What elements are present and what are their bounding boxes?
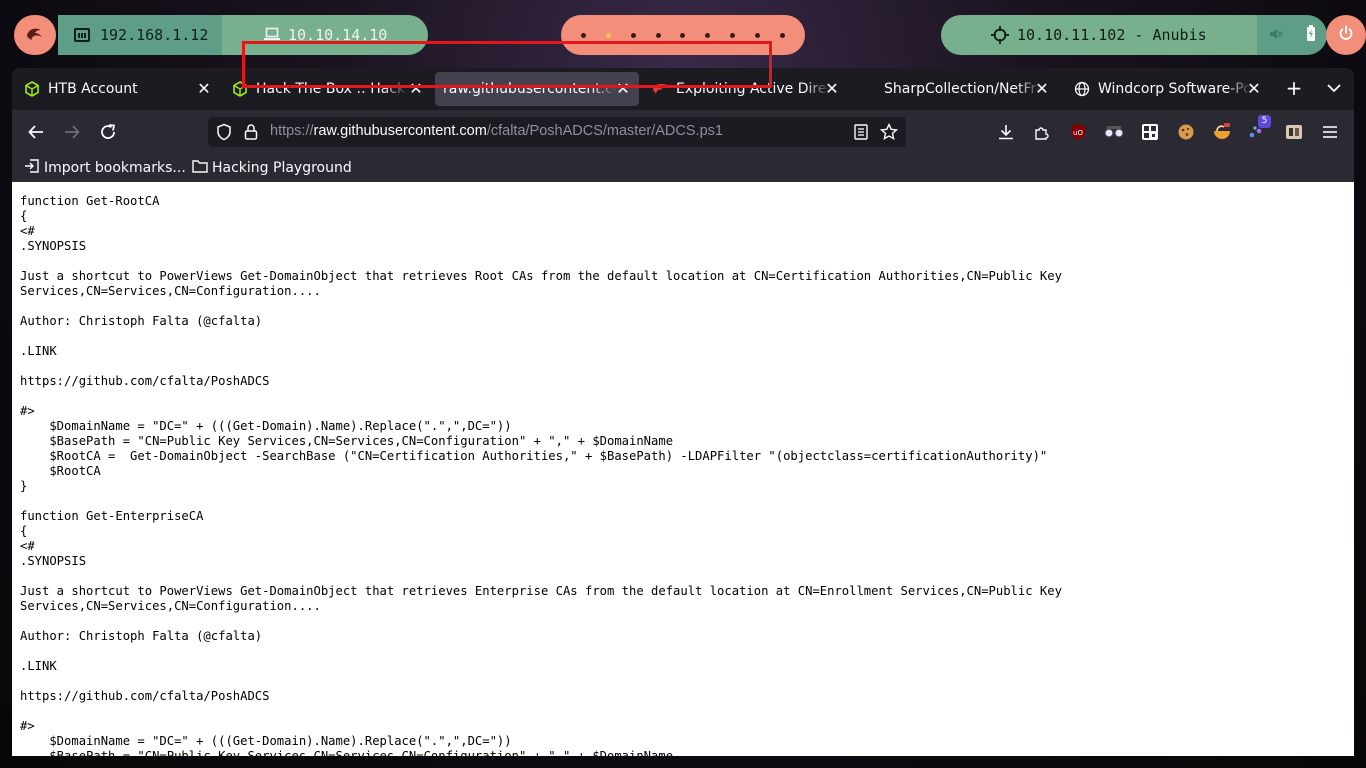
laptop-icon (264, 27, 280, 45)
github-icon (860, 81, 876, 97)
lan-ip-widget[interactable]: 192.168.1.12 (58, 15, 222, 55)
qr-icon[interactable] (1140, 122, 1160, 142)
new-tab-button[interactable]: + (1282, 77, 1306, 101)
glasses-icon[interactable] (1104, 122, 1124, 142)
lan-ip-text: 192.168.1.12 (100, 26, 209, 44)
vpn-ip-widget[interactable]: 10.10.14.10 (222, 15, 428, 55)
menu-icon[interactable] (1320, 122, 1340, 142)
power-button[interactable] (1326, 15, 1366, 55)
close-tab-icon[interactable]: ✕ (824, 81, 840, 97)
workspace-dot[interactable] (580, 32, 586, 38)
close-tab-icon[interactable]: ✕ (408, 81, 424, 97)
chevron-down-icon (1324, 83, 1344, 102)
ip-group: 192.168.1.12 10.10.14.10 (58, 15, 428, 55)
cookie-icon[interactable] (1176, 122, 1196, 142)
download-icon[interactable] (996, 122, 1016, 142)
workspace-dot[interactable] (680, 32, 686, 38)
workspace-dot[interactable] (730, 32, 736, 38)
workspace-dot[interactable] (630, 32, 636, 38)
url-scheme: https:// (270, 123, 314, 139)
close-tab-icon[interactable]: ✕ (196, 81, 212, 97)
tab-hack-the-box[interactable]: Hack The Box :: Hack The Box ✕ (222, 72, 432, 106)
red-logo-icon (652, 81, 668, 97)
bookmark-import[interactable]: Import bookmarks... (24, 159, 186, 177)
url-path: /cfalta/PoshADCS/master/ADCS.ps1 (486, 123, 723, 139)
crosshair-icon (991, 26, 1009, 48)
workspace-switcher[interactable] (561, 15, 805, 55)
forward-icon[interactable] (62, 122, 82, 142)
ethernet-icon (74, 27, 90, 47)
import-icon (24, 158, 44, 178)
close-tab-icon[interactable]: ✕ (615, 81, 631, 97)
workspace-dot[interactable] (655, 32, 661, 38)
close-tab-icon[interactable]: ✕ (1246, 81, 1262, 97)
container-icon[interactable] (1284, 122, 1304, 142)
workspace-dot[interactable] (755, 32, 761, 38)
navigation-toolbar: https://raw.githubusercontent.com/cfalta… (12, 110, 1354, 154)
top-panel: 192.168.1.12 10.10.14.10 10.10.11.102 - … (0, 0, 1366, 68)
bookmark-folder-hacking-playground[interactable]: Hacking Playground (192, 159, 352, 177)
svg-text:uO: uO (1073, 129, 1083, 137)
bookmark-star-icon[interactable] (879, 122, 899, 145)
close-tab-icon[interactable]: ✕ (1034, 81, 1050, 97)
battery-icon[interactable] (1306, 25, 1316, 45)
tab-exploiting-adcs[interactable]: Exploiting Active Directory Certificate … (642, 72, 848, 106)
reload-icon[interactable] (98, 122, 118, 142)
kali-dragon-icon (25, 25, 45, 45)
vpn-ip-text: 10.10.14.10 (288, 26, 388, 44)
bookmarks-toolbar: Import bookmarks... Hacking Playground (12, 154, 1354, 182)
url-domain: raw.githubusercontent.com (313, 123, 487, 139)
list-all-tabs-button[interactable] (1324, 78, 1344, 98)
globe-icon (1074, 81, 1090, 97)
mute-icon[interactable] (1269, 26, 1283, 45)
tab-htb-account[interactable]: HTB Account ✕ (14, 72, 220, 106)
bookmark-label: Hacking Playground (212, 160, 352, 176)
raw-script-text: function Get-RootCA { <# .SYNOPSIS Just … (20, 194, 1062, 756)
workspace-dot[interactable] (705, 32, 711, 38)
url-text[interactable]: https://raw.githubusercontent.com/cfalta… (270, 123, 723, 139)
tab-raw-githubusercontent[interactable]: raw.githubusercontent.com/cfalta/PoshADC… (435, 72, 639, 106)
firefox-window: HTB Account ✕ Hack The Box :: Hack The B… (12, 68, 1354, 756)
power-icon (1338, 25, 1354, 45)
back-icon[interactable] (26, 122, 46, 142)
ublock-icon[interactable]: uO (1068, 122, 1088, 142)
extension-badge: 5 (1258, 115, 1271, 128)
target-widget[interactable]: 10.10.11.102 - Anubis (941, 15, 1257, 55)
shield-icon[interactable] (216, 123, 232, 145)
system-tray (1257, 15, 1327, 55)
bookmark-label: Import bookmarks... (44, 160, 186, 176)
lock-icon[interactable] (244, 123, 258, 145)
workspace-dot[interactable] (779, 32, 785, 38)
page-content: function Get-RootCA { <# .SYNOPSIS Just … (12, 182, 1354, 756)
tab-label: HTB Account (48, 81, 138, 97)
kali-menu-button[interactable] (14, 15, 56, 55)
tab-sharpcollection[interactable]: SharpCollection/NetFramework ✕ (850, 72, 1058, 106)
multi-account-icon[interactable]: 5 (1246, 115, 1271, 142)
target-text: 10.10.11.102 - Anubis (1017, 26, 1207, 44)
noodle-icon[interactable] (1212, 122, 1232, 142)
workspace-dot-active[interactable] (605, 32, 611, 38)
tab-windcorp[interactable]: Windcorp Software-Portal ✕ (1064, 72, 1270, 106)
extensions-icon[interactable] (1032, 122, 1052, 142)
folder-icon (192, 159, 212, 177)
tab-bar: HTB Account ✕ Hack The Box :: Hack The B… (12, 68, 1354, 110)
url-bar[interactable]: https://raw.githubusercontent.com/cfalta… (208, 117, 906, 147)
htb-cube-icon (232, 81, 248, 97)
reader-view-icon[interactable] (854, 124, 868, 144)
plus-icon: + (1285, 76, 1303, 100)
htb-cube-icon (24, 81, 40, 97)
